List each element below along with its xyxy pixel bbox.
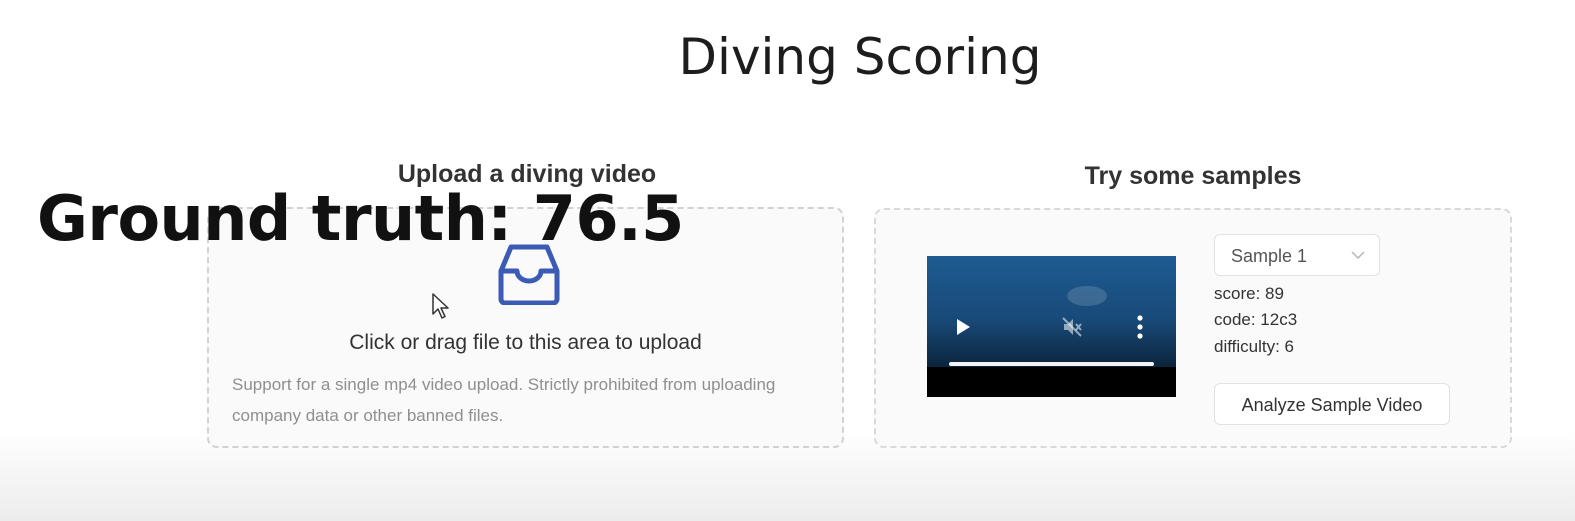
- play-icon[interactable]: [955, 318, 971, 336]
- analyze-sample-button[interactable]: Analyze Sample Video: [1214, 383, 1450, 425]
- sample-video-player[interactable]: [927, 256, 1176, 397]
- cursor-icon: [432, 293, 449, 319]
- sample-select[interactable]: Sample 1: [1214, 234, 1380, 276]
- more-options-icon[interactable]: [1136, 314, 1144, 340]
- dropzone-hint: Support for a single mp4 video upload. S…: [232, 375, 776, 425]
- video-frame-detail: [1067, 286, 1107, 306]
- mute-icon[interactable]: [1061, 316, 1083, 338]
- video-progress-bar[interactable]: [949, 362, 1154, 366]
- sample-code: code: 12c3: [1214, 310, 1298, 329]
- video-frame-bottom: [927, 367, 1176, 397]
- samples-heading: Try some samples: [1084, 162, 1302, 190]
- chevron-down-icon: [1351, 251, 1365, 260]
- page-title: Diving Scoring: [678, 28, 1042, 86]
- sample-score: score: 89: [1214, 284, 1284, 303]
- samples-panel: Sample 1 score: 89 code: 12c3 difficulty…: [874, 208, 1512, 448]
- dropzone-text: Click or drag file to this area to uploa…: [349, 331, 702, 354]
- ground-truth-overlay: Ground truth: 76.5: [37, 182, 684, 255]
- sample-difficulty: difficulty: 6: [1214, 337, 1295, 356]
- sample-select-value: Sample 1: [1231, 246, 1308, 266]
